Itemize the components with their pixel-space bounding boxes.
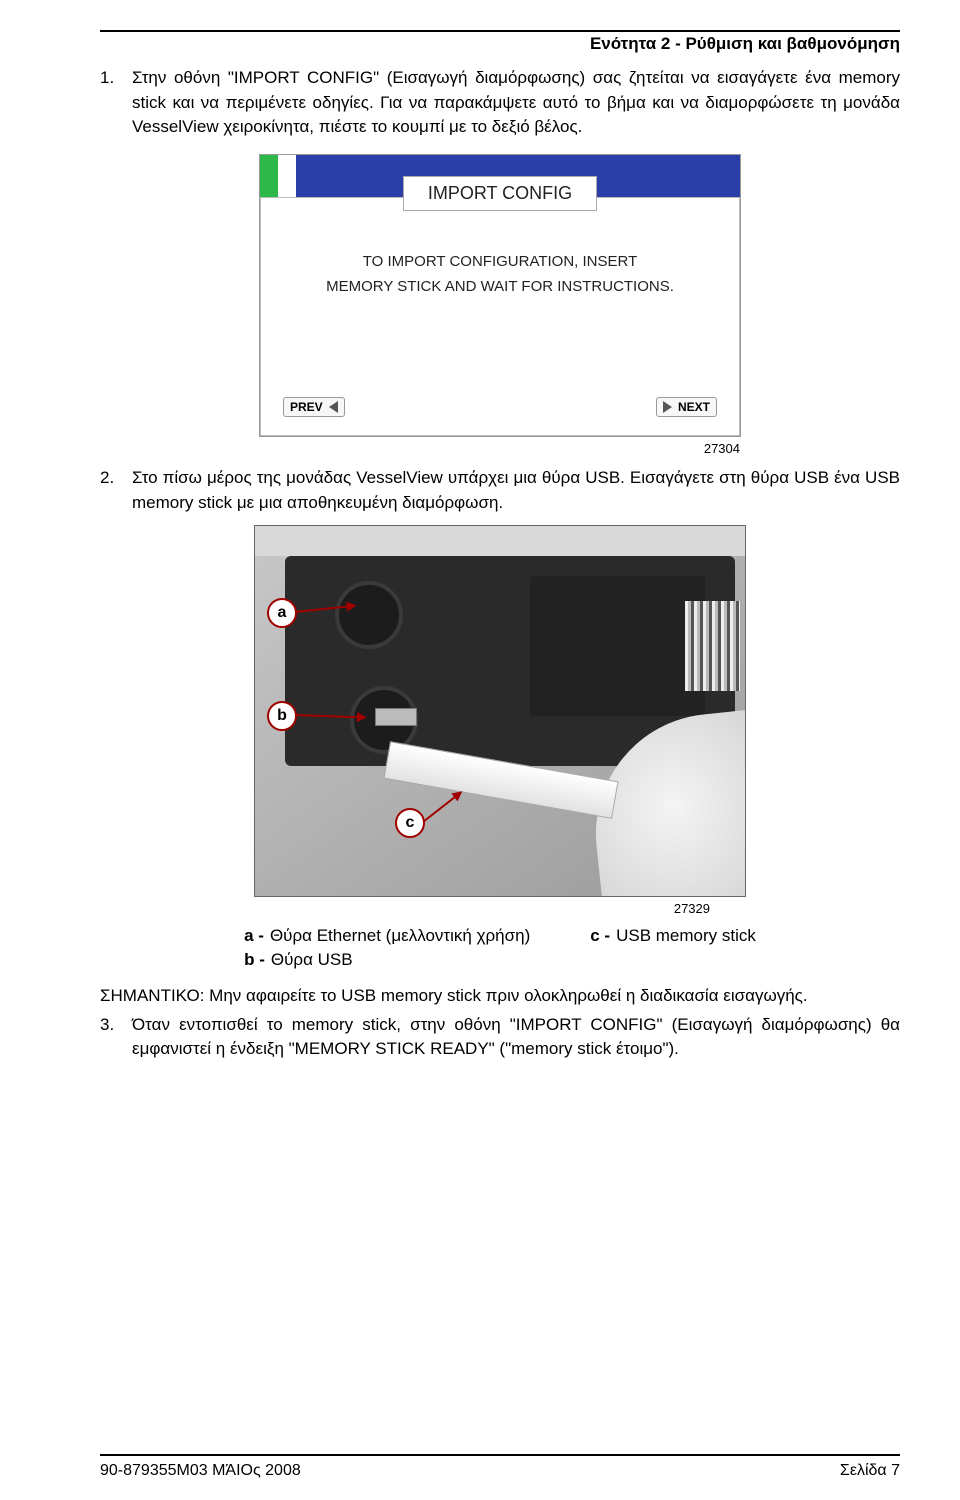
step-2: 2. Στο πίσω μέρος της μονάδας VesselView… [100,466,900,515]
important-notice: ΣΗΜΑΝΤΙΚΟ: Μην αφαιρείτε το USB memory s… [100,984,900,1009]
prev-button[interactable]: PREV [283,397,345,417]
next-label: NEXT [678,400,710,414]
step-1: 1. Στην οθόνη "IMPORT CONFIG" (Εισαγωγή … [100,66,900,140]
step-1-num: 1. [100,66,122,140]
legend-a-key: a - [244,926,264,946]
prev-label: PREV [290,400,323,414]
figure1-caption: 27304 [260,441,740,456]
page-footer: 90-879355M03 ΜΆΙΟς 2008 Σελίδα 7 [100,1454,900,1480]
figure2-legend: a - Θύρα Ethernet (μελλοντική χρήση) b -… [180,926,820,970]
stripe-green [260,155,278,197]
callout-a: a [267,598,297,628]
footer-left: 90-879355M03 ΜΆΙΟς 2008 [100,1462,301,1480]
step-2-num: 2. [100,466,122,515]
vv-title: IMPORT CONFIG [403,176,597,211]
legend-c-text: USB memory stick [616,926,756,946]
next-button[interactable]: NEXT [656,397,717,417]
vv-body-line1: TO IMPORT CONFIGURATION, INSERT [285,249,715,275]
legend-b: b - Θύρα USB [244,950,530,970]
vv-body: TO IMPORT CONFIGURATION, INSERT MEMORY S… [261,211,739,391]
legend-c-key: c - [590,926,610,946]
section-header: Ενότητα 2 - Ρύθμιση και βαθμονόμηση [100,34,900,54]
page: Ενότητα 2 - Ρύθμιση και βαθμονόμηση 1. Σ… [0,0,960,1500]
vv-nav: PREV NEXT [261,391,739,429]
callout-c: c [395,808,425,838]
stripe-white [278,155,296,197]
legend-a-text: Θύρα Ethernet (μελλοντική χρήση) [270,926,530,946]
vv-body-line2: MEMORY STICK AND WAIT FOR INSTRUCTIONS. [285,274,715,300]
step-3-num: 3. [100,1013,122,1062]
legend-a: a - Θύρα Ethernet (μελλοντική χρήση) [244,926,530,946]
figure-usb-photo: a b c [254,525,746,897]
legend-b-text: Θύρα USB [271,950,353,970]
arrow-left-icon [329,401,338,413]
step-3: 3. Όταν εντοπισθεί το memory stick, στην… [100,1013,900,1062]
legend-c: c - USB memory stick [590,926,756,946]
step-1-text: Στην οθόνη "IMPORT CONFIG" (Εισαγωγή δια… [132,66,900,140]
vv-main-panel: IMPORT CONFIG TO IMPORT CONFIGURATION, I… [260,197,740,436]
notice-label: ΣΗΜΑΝΤΙΚΟ: [100,986,204,1005]
step-3-text: Όταν εντοπισθεί το memory stick, στην οθ… [132,1013,900,1062]
footer-right: Σελίδα 7 [840,1462,900,1480]
header-rule [100,30,900,32]
figure2-caption: 27329 [255,901,745,916]
vesselview-screen: IMPORT CONFIG TO IMPORT CONFIGURATION, I… [259,154,741,437]
arrow-right-icon [663,401,672,413]
step-2-text: Στο πίσω μέρος της μονάδας VesselView υπ… [132,466,900,515]
leader-c [422,792,461,823]
callout-b: b [267,701,297,731]
notice-text: Μην αφαιρείτε το USB memory stick πριν ο… [209,986,807,1005]
footer-rule [100,1454,900,1456]
legend-b-key: b - [244,950,265,970]
figure-import-config: IMPORT CONFIG TO IMPORT CONFIGURATION, I… [100,154,900,437]
